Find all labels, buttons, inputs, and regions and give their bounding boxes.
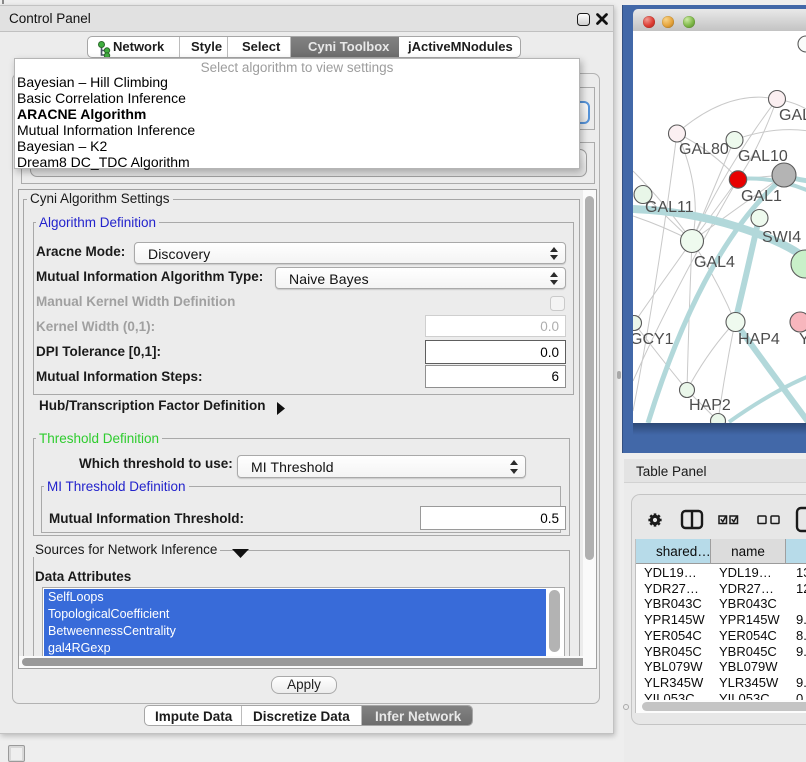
svg-text:GAL10: GAL10 bbox=[738, 148, 788, 165]
svg-text:Y: Y bbox=[799, 331, 806, 348]
svg-text:GAL1: GAL1 bbox=[741, 188, 782, 205]
svg-text:GAL11: GAL11 bbox=[645, 199, 694, 216]
svg-text:GCY1: GCY1 bbox=[633, 331, 674, 348]
svg-text:GAL80: GAL80 bbox=[679, 141, 729, 158]
svg-text:GAL: GAL bbox=[779, 107, 806, 124]
svg-text:SWI4: SWI4 bbox=[762, 229, 801, 246]
svg-text:GAL4: GAL4 bbox=[694, 254, 735, 271]
svg-text:HAP2: HAP2 bbox=[689, 397, 731, 414]
svg-text:HAP4: HAP4 bbox=[738, 331, 780, 348]
